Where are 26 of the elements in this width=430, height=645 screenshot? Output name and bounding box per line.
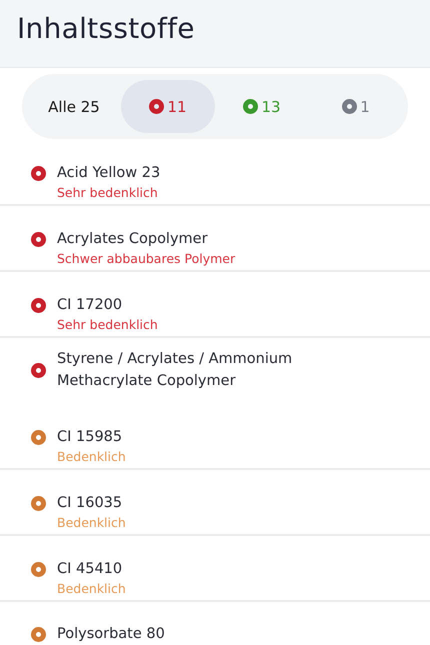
- ingredient-row[interactable]: CI 17200 Sehr bedenklich: [0, 272, 430, 338]
- ingredient-row[interactable]: CI 15985 Bedenklich: [0, 404, 430, 470]
- ingredient-name: Polysorbate 80: [57, 625, 165, 644]
- ingredient-name: Acid Yellow 23: [57, 164, 160, 183]
- rating-note: Schwer abbaubares Polymer: [57, 250, 236, 268]
- ingredient-row[interactable]: CI 45410 Bedenklich: [0, 536, 430, 602]
- ingredient-name: CI 16035: [57, 494, 124, 513]
- ingredient-name: Acrylates Copolymer: [57, 230, 209, 249]
- rating-note: Bedenklich: [57, 448, 126, 466]
- rating-note: Sehr bedenklich: [57, 316, 158, 334]
- ingredient-name: Styrene / Acrylates / Ammonium Methacrylate Copolymer: [57, 350, 294, 391]
- rating-note: Bedenklich: [57, 580, 126, 598]
- ingredient-row[interactable]: Styrene / Acrylates / Ammonium Methacrylate Copolymer: [0, 338, 430, 404]
- filter-tab[interactable]: Alle 25: [27, 80, 121, 133]
- rating-note: Bedenklich: [57, 514, 126, 532]
- ingredient-name: CI 45410: [57, 560, 124, 579]
- ingredient-name: CI 17200: [57, 296, 124, 315]
- page-title: Inhaltsstoffe: [17, 12, 195, 45]
- ingredient-row[interactable]: Polysorbate 80: [0, 602, 430, 645]
- filter-tab[interactable]: 1: [309, 80, 403, 133]
- rating-note: Sehr bedenklich: [57, 184, 159, 202]
- ingredient-row[interactable]: Acrylates Copolymer Schwer abbaubares Polymer: [0, 206, 430, 272]
- filter-tab[interactable]: 11: [121, 80, 215, 133]
- ingredient-row[interactable]: Acid Yellow 23 Sehr bedenklich: [0, 140, 430, 206]
- ingredient-row[interactable]: CI 16035 Bedenklich: [0, 470, 430, 536]
- ingredient-name: CI 15985: [57, 428, 124, 447]
